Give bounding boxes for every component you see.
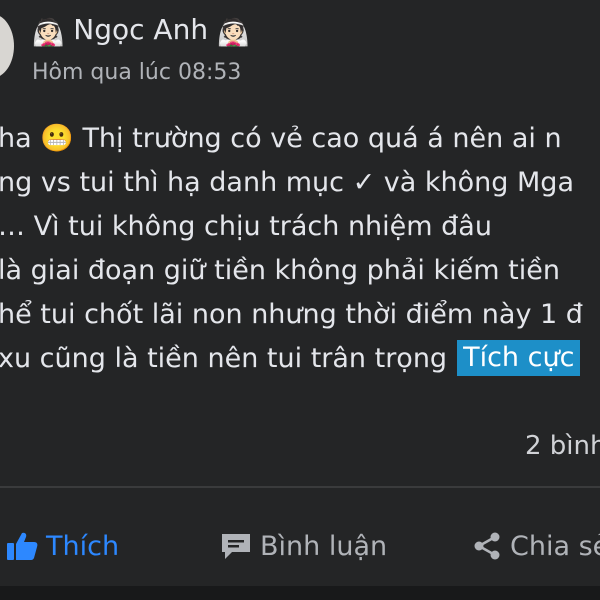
comment-label: Bình luận	[260, 530, 388, 562]
post-card: 👰🏻 Ngọc Anh 👰🏻 Hôm qua lúc 08:53 ha 😬 Th…	[0, 0, 600, 600]
post-line: hể tui chốt lãi non nhưng thời điểm này …	[0, 299, 583, 330]
share-button[interactable]: Chia sẻ	[472, 528, 600, 564]
like-label: Thích	[46, 530, 120, 562]
post-line: là giai đoạn giữ tiền không phải kiếm ti…	[0, 255, 560, 286]
post-line: ng vs tui thì hạ danh mục ✓ và không Mga	[0, 167, 574, 198]
post-line-last: xu cũng là tiền nên tui trân trọng Tích c…	[0, 337, 598, 381]
post-body: ha 😬 Thị trường có vẻ cao quá á nên ai n…	[0, 117, 600, 381]
bride-emoji-icon: 👰🏻	[216, 18, 250, 48]
comment-button[interactable]: Bình luận	[220, 528, 387, 564]
comment-count[interactable]: 2 bình	[525, 428, 600, 464]
author-name-text[interactable]: Ngọc Anh	[73, 13, 208, 46]
like-button[interactable]: Thích	[6, 528, 119, 564]
share-label: Chia sẻ	[510, 530, 600, 562]
avatar[interactable]	[0, 14, 14, 78]
share-icon	[474, 532, 500, 560]
bottom-bar	[0, 586, 600, 600]
post-line: … Vì tui không chịu trách nhiệm đâu	[0, 211, 492, 242]
thumbs-up-icon	[7, 532, 38, 560]
post-timestamp[interactable]: Hôm qua lúc 08:53	[32, 58, 241, 88]
post-line-text: xu cũng là tiền nên tui trân trọng	[0, 343, 448, 374]
bride-emoji-icon: 👰🏻	[32, 18, 65, 48]
comment-icon	[222, 534, 250, 559]
post-line: ha 😬 Thị trường có vẻ cao quá á nên ai n	[0, 123, 562, 154]
author-name[interactable]: 👰🏻 Ngọc Anh 👰🏻	[32, 12, 249, 51]
divider	[0, 486, 600, 488]
sentiment-tag[interactable]: Tích cực	[457, 340, 581, 376]
